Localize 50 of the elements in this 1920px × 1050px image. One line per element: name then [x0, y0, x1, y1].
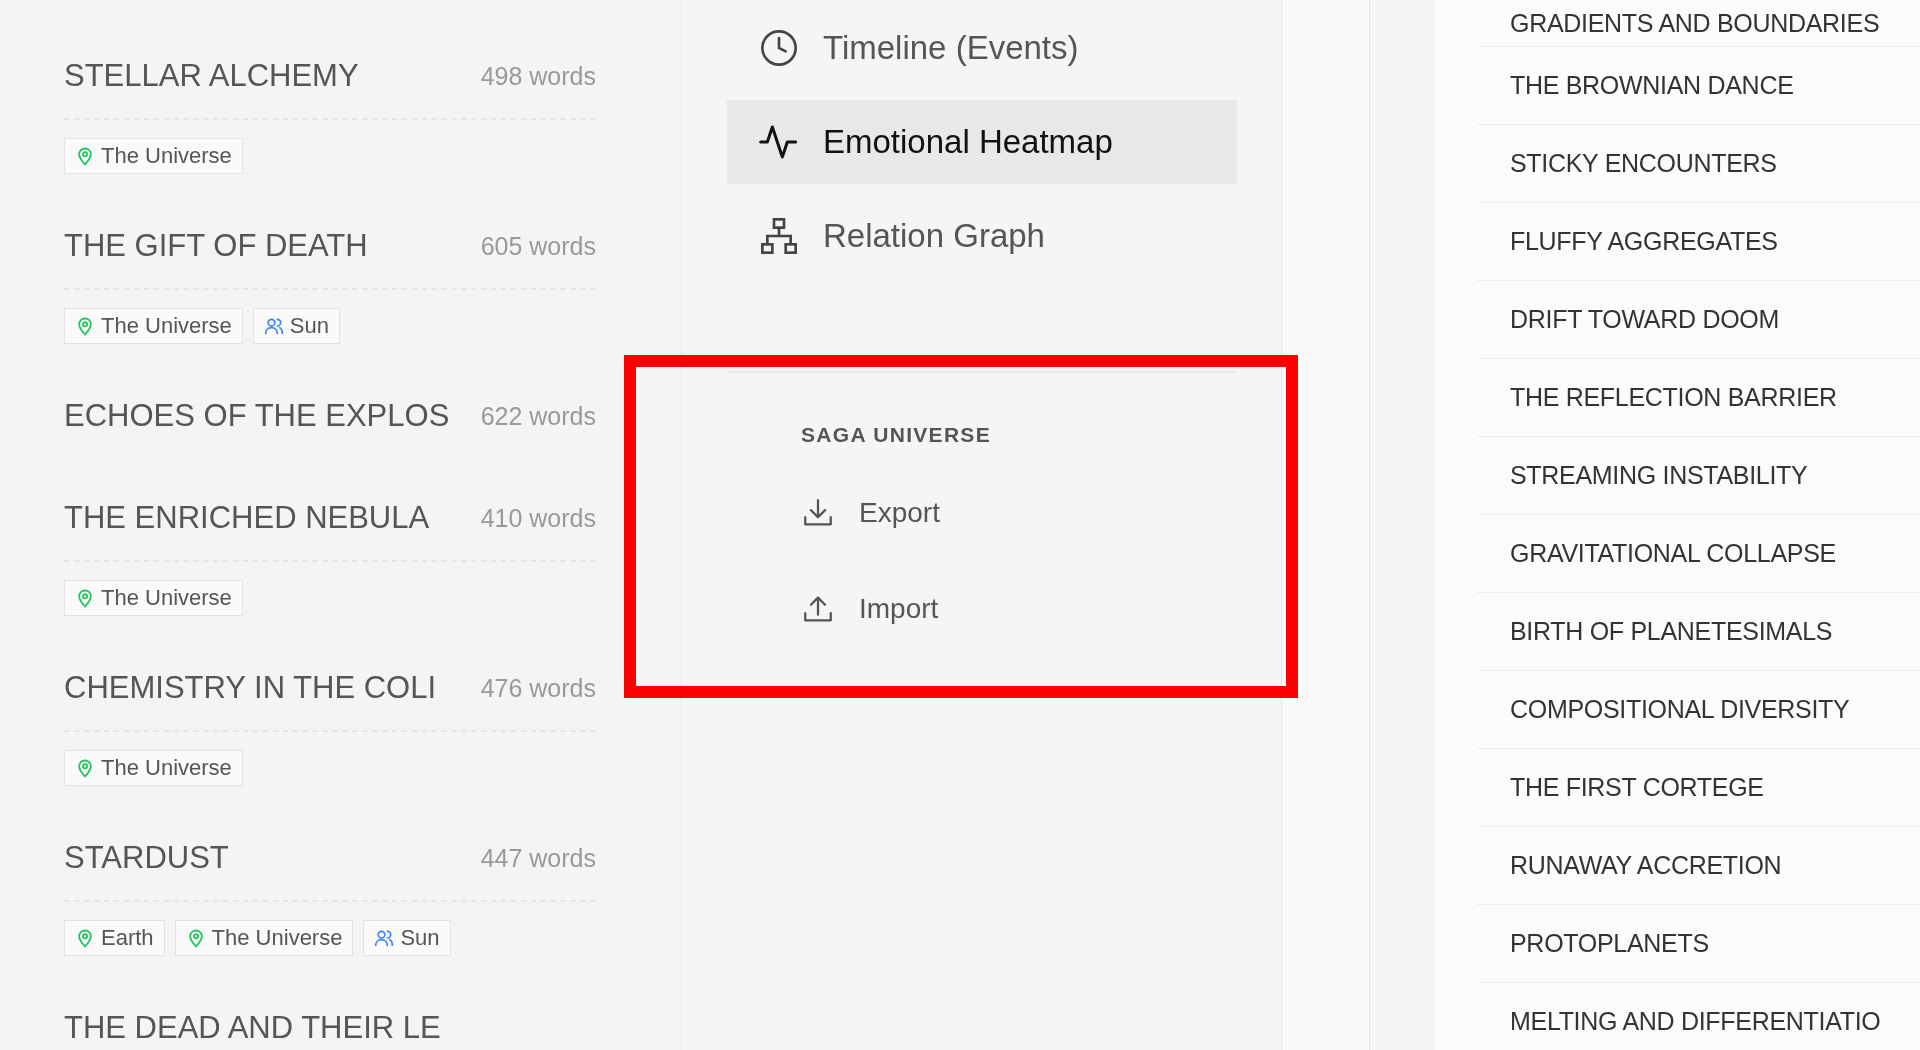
people-icon [263, 316, 284, 336]
chapter-list-item[interactable]: STICKY ENCOUNTERS [1510, 149, 1777, 178]
people-icon [374, 928, 395, 948]
chapter-list-item[interactable]: MELTING AND DIFFERENTIATIO [1510, 1007, 1881, 1036]
action-menu-item[interactable]: Import [801, 573, 1237, 645]
chapter-title[interactable]: CHEMISTRY IN THE COLI [64, 670, 437, 706]
word-count: 605 words [480, 231, 596, 261]
chapter-list-item[interactable]: RUNAWAY ACCRETION [1510, 851, 1782, 880]
action-menu-item[interactable]: Export [801, 477, 1237, 549]
tag-chip[interactable]: Sun [363, 920, 451, 956]
chapter-list-item[interactable]: COMPOSITIONAL DIVERSITY [1510, 695, 1850, 724]
chapter-title[interactable]: ECHOES OF THE EXPLOS [64, 398, 450, 434]
clock-icon [759, 28, 799, 68]
location-pin-icon [75, 928, 95, 948]
view-menu-item[interactable]: Timeline (Events) [727, 6, 1237, 90]
view-menu-item[interactable]: Emotional Heatmap [727, 100, 1237, 184]
chapter-list-item[interactable]: FLUFFY AGGREGATES [1510, 227, 1778, 256]
location-pin-icon [75, 146, 95, 166]
view-menu-item[interactable]: Relation Graph [727, 194, 1237, 278]
location-pin-icon [75, 588, 95, 608]
chapter-list-item[interactable]: THE REFLECTION BARRIER [1510, 383, 1837, 412]
chapter-title[interactable]: THE DEAD AND THEIR LE [64, 1010, 441, 1046]
word-count: 498 words [480, 61, 596, 91]
chapter-title[interactable]: THE ENRICHED NEBULA [64, 500, 430, 536]
chapter-title[interactable]: STELLAR ALCHEMY [64, 58, 359, 94]
location-pin-icon [75, 316, 95, 336]
tag-chip[interactable]: The Universe [64, 308, 243, 344]
word-count: 447 words [480, 843, 596, 873]
chapter-list-item[interactable]: THE FIRST CORTEGE [1510, 773, 1764, 802]
chapter-list-item[interactable]: PROTOPLANETS [1510, 929, 1709, 958]
word-count: 476 words [480, 673, 596, 703]
hierarchy-icon [759, 216, 799, 256]
section-heading: SAGA UNIVERSE [801, 423, 991, 447]
tag-chip[interactable]: The Universe [174, 920, 354, 956]
chapter-list-item[interactable]: STREAMING INSTABILITY [1510, 461, 1808, 490]
tag-chip[interactable]: The Universe [64, 138, 243, 174]
chapter-title[interactable]: STARDUST [64, 840, 229, 876]
tag-chip[interactable]: Sun [252, 308, 340, 344]
chapter-title[interactable]: THE GIFT OF DEATH [64, 228, 368, 264]
word-count: 410 words [480, 503, 596, 533]
chapter-list-item[interactable]: THE BROWNIAN DANCE [1510, 71, 1794, 100]
chapter-list-item[interactable]: BIRTH OF PLANETESIMALS [1510, 617, 1833, 646]
tag-chip[interactable]: Earth [64, 920, 165, 956]
word-count: 622 words [480, 401, 596, 431]
location-pin-icon [75, 758, 95, 778]
chapter-list-item[interactable]: DRIFT TOWARD DOOM [1510, 305, 1779, 334]
tag-chip[interactable]: The Universe [64, 750, 243, 786]
tag-chip[interactable]: The Universe [64, 580, 243, 616]
chapter-list-item[interactable]: GRADIENTS AND BOUNDARIES [1510, 8, 1880, 38]
chapter-list-item[interactable]: GRAVITATIONAL COLLAPSE [1510, 539, 1836, 568]
